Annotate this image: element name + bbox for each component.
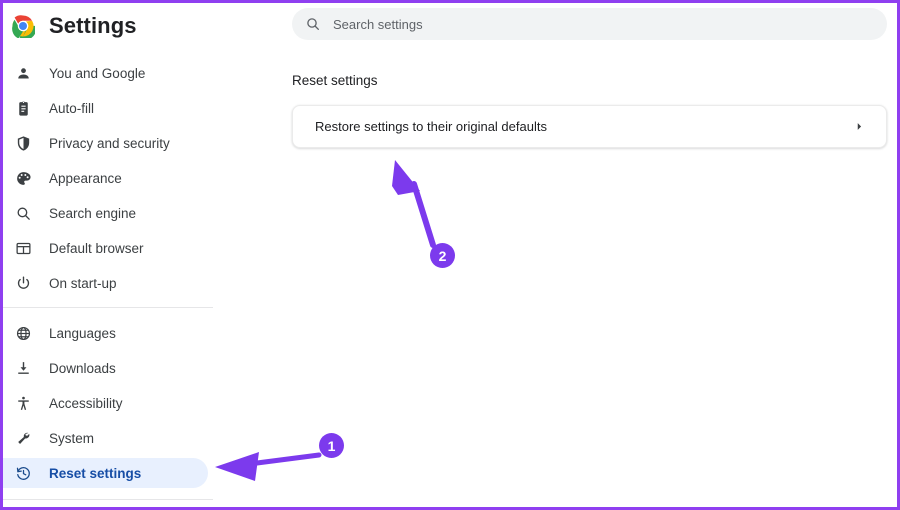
wrench-icon — [13, 428, 33, 448]
sidebar-item-label: Auto-fill — [49, 100, 95, 116]
sidebar-item-on-start-up[interactable]: On start-up — [3, 268, 208, 298]
sidebar-item-label: Accessibility — [49, 395, 123, 411]
sidebar-brand: Settings — [9, 9, 137, 43]
sidebar-item-accessibility[interactable]: Accessibility — [3, 388, 208, 418]
accessibility-icon — [13, 393, 33, 413]
page-title: Settings — [49, 13, 137, 38]
sidebar-divider — [3, 307, 213, 308]
section-heading-reset-settings: Reset settings — [292, 73, 378, 88]
power-icon — [13, 273, 33, 293]
sidebar-item-you-and-google[interactable]: You and Google — [3, 58, 208, 88]
sidebar-item-downloads[interactable]: Downloads — [3, 353, 208, 383]
sidebar-item-label: Search engine — [49, 205, 137, 221]
sidebar-divider-bottom — [3, 499, 213, 500]
sidebar-item-default-browser[interactable]: Default browser — [3, 233, 208, 263]
settings-sidebar: Settings You and Google Auto-fill Privac… — [3, 3, 279, 507]
history-restore-icon — [13, 463, 33, 483]
sidebar-item-label: You and Google — [49, 65, 146, 81]
chevron-right-icon[interactable] — [854, 121, 864, 133]
sidebar-item-auto-fill[interactable]: Auto-fill — [3, 93, 208, 123]
browser-window-icon — [13, 238, 33, 258]
sidebar-item-label: Languages — [49, 325, 116, 341]
palette-icon — [13, 168, 33, 188]
sidebar-item-languages[interactable]: Languages — [3, 318, 208, 348]
magnifier-icon — [13, 203, 33, 223]
sidebar-item-search-engine[interactable]: Search engine — [3, 198, 208, 228]
download-icon — [13, 358, 33, 378]
sidebar-item-label: Appearance — [49, 170, 122, 186]
sidebar-item-system[interactable]: System — [3, 423, 208, 453]
settings-main: Reset settings Restore settings to their… — [279, 3, 897, 507]
sidebar-item-label: Privacy and security — [49, 135, 170, 151]
search-input[interactable] — [333, 14, 793, 34]
sidebar-item-label: Reset settings — [49, 465, 142, 481]
sidebar-item-label: System — [49, 430, 95, 446]
search-icon — [305, 16, 321, 32]
sidebar-item-appearance[interactable]: Appearance — [3, 163, 208, 193]
browser-settings-screenshot: Settings You and Google Auto-fill Privac… — [0, 0, 900, 510]
person-icon — [13, 63, 33, 83]
clipboard-icon — [13, 98, 33, 118]
restore-defaults-label: Restore settings to their original defau… — [315, 119, 547, 134]
sidebar-item-label: Default browser — [49, 240, 144, 256]
sidebar-nav: You and Google Auto-fill Privacy and sec… — [3, 58, 279, 500]
shield-check-icon — [13, 133, 33, 153]
restore-defaults-row[interactable]: Restore settings to their original defau… — [292, 105, 887, 148]
search-bar[interactable] — [292, 8, 887, 40]
globe-icon — [13, 323, 33, 343]
sidebar-item-privacy-and-security[interactable]: Privacy and security — [3, 128, 208, 158]
chrome-logo-icon — [11, 14, 37, 40]
sidebar-item-label: On start-up — [49, 275, 117, 291]
sidebar-item-label: Downloads — [49, 360, 116, 376]
sidebar-item-reset-settings[interactable]: Reset settings — [3, 458, 208, 488]
settings-page: Settings You and Google Auto-fill Privac… — [3, 3, 897, 507]
